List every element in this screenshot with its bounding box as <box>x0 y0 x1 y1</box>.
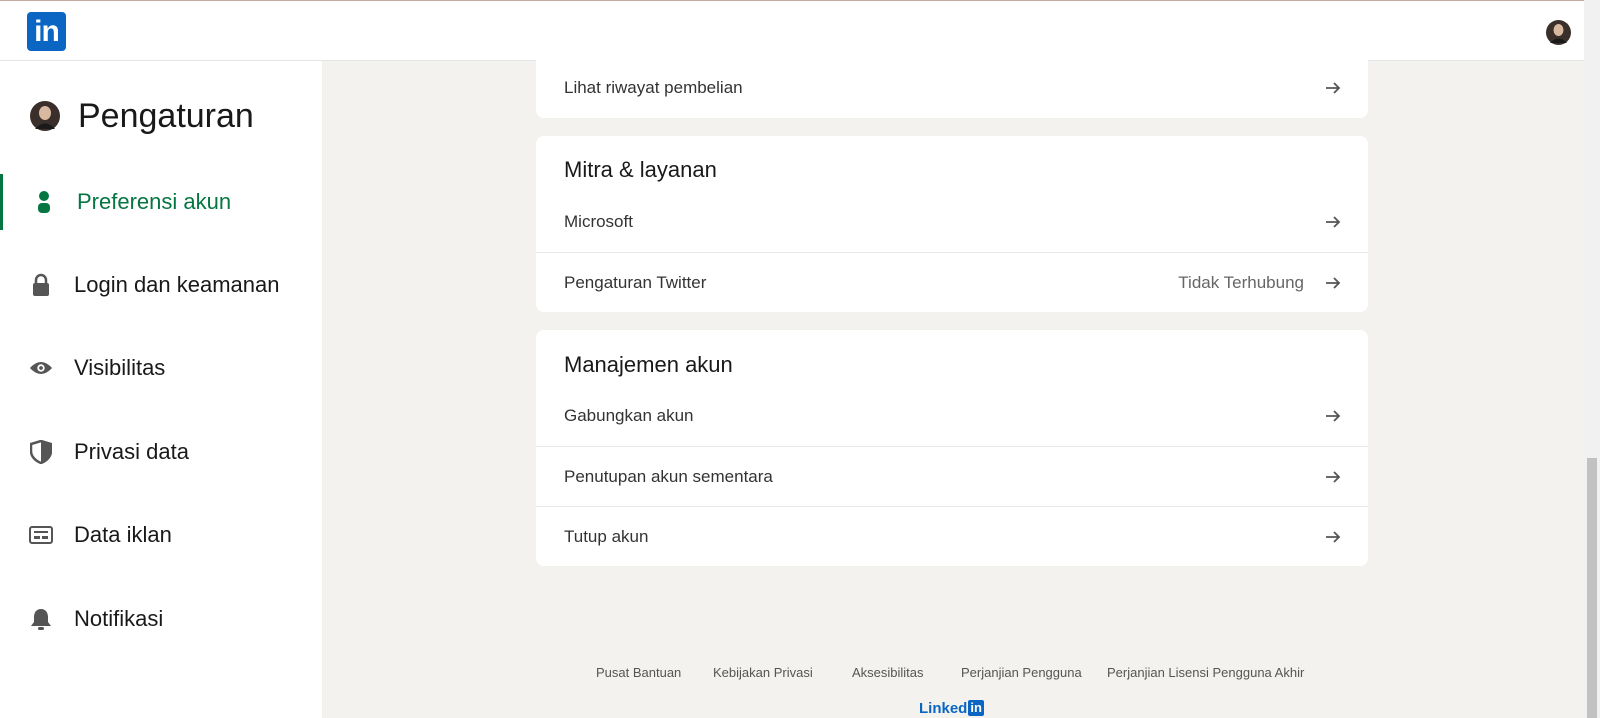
row-label: Microsoft <box>564 212 633 231</box>
lock-icon <box>29 273 53 297</box>
card-partners-services: Mitra & layanan Microsoft Pengaturan Twi… <box>536 136 1368 312</box>
sidebar-item-data-iklan[interactable]: Data iklan <box>0 507 322 563</box>
bell-icon <box>29 607 53 631</box>
sidebar-item-notifikasi[interactable]: Notifikasi <box>0 591 322 647</box>
row-label: Pengaturan Twitter <box>564 272 707 292</box>
ad-card-icon <box>29 523 53 547</box>
page-scrollbar[interactable] <box>1584 0 1600 718</box>
footer-link-accessibility[interactable]: Aksesibilitas <box>852 665 924 680</box>
sidebar-item-label: Privasi data <box>74 439 189 464</box>
sidebar-item-label: Login dan keamanan <box>74 272 280 297</box>
sidebar-avatar <box>30 101 60 131</box>
merge-account-row[interactable]: Gabungkan akun <box>536 386 1368 446</box>
connection-status: Tidak Terhubung <box>1178 272 1304 292</box>
purchase-history-row[interactable]: Lihat riwayat pembelian <box>536 58 1368 118</box>
scrollbar-thumb[interactable] <box>1587 458 1597 718</box>
footer-linkedin-logo: Linked in <box>919 699 984 717</box>
sidebar-header: Pengaturan <box>30 91 254 141</box>
footer-logo-word: Linked <box>919 699 968 717</box>
sidebar-item-visibilitas[interactable]: Visibilitas <box>0 340 322 396</box>
hibernate-account-row[interactable]: Penutupan akun sementara <box>536 446 1368 506</box>
sidebar-item-label: Notifikasi <box>74 606 164 631</box>
sidebar-item-privasi-data[interactable]: Privasi data <box>0 424 322 480</box>
footer-link-eula[interactable]: Perjanjian Lisensi Pengguna Akhir <box>1107 665 1304 680</box>
top-navbar: in <box>0 0 1584 61</box>
row-label: Lihat riwayat pembelian <box>564 78 743 97</box>
arrow-right-icon <box>1326 276 1341 289</box>
footer-link-user-agreement[interactable]: Perjanjian Pengguna <box>961 665 1082 680</box>
sidebar-item-label: Visibilitas <box>74 355 166 380</box>
arrow-right-icon <box>1326 410 1341 422</box>
arrow-right-icon <box>1326 470 1341 483</box>
footer-link-help-center[interactable]: Pusat Bantuan <box>596 665 681 680</box>
profile-avatar[interactable] <box>1546 20 1571 45</box>
sidebar-item-label: Preferensi akun <box>77 189 232 214</box>
microsoft-row[interactable]: Microsoft <box>536 192 1368 252</box>
section-title: Manajemen akun <box>564 352 733 377</box>
arrow-right-icon <box>1326 530 1341 543</box>
sidebar-item-login-keamanan[interactable]: Login dan keamanan <box>0 257 322 313</box>
arrow-right-icon <box>1326 82 1341 94</box>
close-account-row[interactable]: Tutup akun <box>536 506 1368 566</box>
row-label: Penutupan akun sementara <box>564 466 773 486</box>
arrow-right-icon <box>1326 216 1341 228</box>
settings-sidebar: Pengaturan Preferensi akun Login dan kea… <box>0 61 322 718</box>
row-label: Tutup akun <box>564 526 649 546</box>
section-title: Mitra & layanan <box>564 157 717 182</box>
sidebar-item-preferensi-akun[interactable]: Preferensi akun <box>0 174 322 230</box>
eye-icon <box>29 356 53 380</box>
footer-link-privacy-policy[interactable]: Kebijakan Privasi <box>713 665 813 680</box>
card-account-management: Manajemen akun Gabungkan akun Penutupan … <box>536 330 1368 566</box>
row-label: Gabungkan akun <box>564 406 694 425</box>
footer-links: Pusat Bantuan Kebijakan Privasi Aksesibi… <box>0 665 1584 685</box>
card-purchase-history: Lihat riwayat pembelian <box>536 58 1368 118</box>
twitter-settings-row[interactable]: Pengaturan Twitter Tidak Terhubung <box>536 252 1368 312</box>
person-icon <box>32 190 56 214</box>
sidebar-item-label: Data iklan <box>74 522 172 547</box>
footer-logo-in: in <box>968 700 984 716</box>
shield-icon <box>29 440 53 464</box>
page-title: Pengaturan <box>78 96 254 135</box>
linkedin-logo[interactable]: in <box>27 12 66 51</box>
